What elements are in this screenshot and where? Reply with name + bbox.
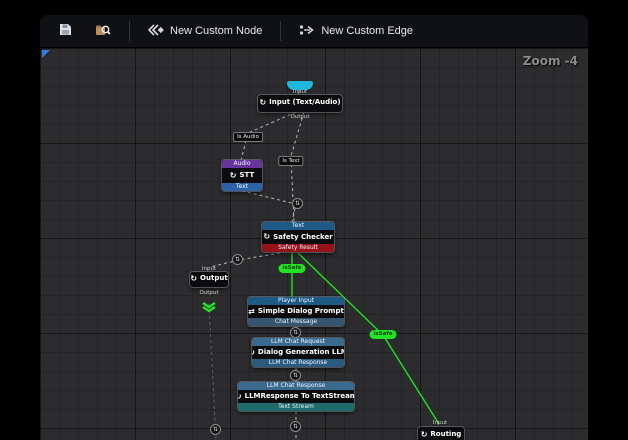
node-simple-dialog-prompt[interactable]: Player Input ⇄ Simple Dialog Prompt Chat… <box>248 297 344 326</box>
blueprint-editor-window: New Custom Node New Custom Edge Zoom -4 <box>0 0 628 440</box>
canvas-corner-marker <box>42 50 50 58</box>
edge-widget-icon[interactable]: ⇅ <box>290 421 301 432</box>
new-custom-edge-button[interactable]: New Custom Edge <box>291 20 421 43</box>
node-title: Routing <box>430 430 462 438</box>
edge-label-is-text: Is Text <box>278 156 304 166</box>
node-title: STT <box>239 171 255 179</box>
browse-icon <box>95 22 111 40</box>
node-llmresponse-to-textstream[interactable]: LLM Chat Response ↻ LLMResponse To TextS… <box>238 382 354 411</box>
node-input-header: Audio <box>222 160 262 168</box>
node-safety-checker[interactable]: Text ↻ Safety Checker Safety Result <box>262 222 334 252</box>
save-icon <box>58 22 73 40</box>
node-title: Simple Dialog Prompt <box>257 307 344 315</box>
graph-canvas[interactable]: Zoom -4 Input ↻ Input (Text/Audio) Outpu… <box>40 48 588 440</box>
edge-label-issafe: isSafe <box>278 264 306 273</box>
pin-label: Input <box>432 420 448 426</box>
edge-widget-icon[interactable]: ⇅ <box>290 327 301 338</box>
save-button[interactable] <box>50 18 81 44</box>
node-type-icon: ↻ <box>190 273 198 283</box>
new-custom-edge-label: New Custom Edge <box>321 25 414 37</box>
node-title: LLMResponse To TextStream <box>244 392 354 400</box>
node-routing[interactable]: ↻ Routing <box>418 427 464 440</box>
toolbar: New Custom Node New Custom Edge <box>40 15 588 48</box>
node-title: Input (Text/Audio) <box>269 98 341 106</box>
new-custom-node-button[interactable]: New Custom Node <box>140 20 270 43</box>
node-type-icon: ↻ <box>238 391 242 401</box>
node-title: Output <box>200 274 228 282</box>
node-input-text-audio[interactable]: ↻ Input (Text/Audio) <box>258 95 342 112</box>
node-output-footer: Text <box>222 183 262 191</box>
node-output-footer: Text Stream <box>238 403 354 411</box>
new-custom-edge-icon <box>299 24 315 39</box>
zoom-level-label: Zoom -4 <box>522 54 578 68</box>
node-dialog-generation-llm[interactable]: LLM Chat Request ↻ Dialog Generation LLM… <box>252 338 344 367</box>
node-stt[interactable]: Audio ↻ STT Text <box>222 160 262 191</box>
edge-widget-icon[interactable]: ⇅ <box>290 370 301 381</box>
node-output-footer: Safety Result <box>262 244 334 252</box>
node-input-header: Text <box>262 222 334 230</box>
node-type-icon: ⇄ <box>248 306 255 316</box>
edge-label-issafe: isSafe <box>369 330 397 339</box>
node-type-icon: ↻ <box>252 348 255 357</box>
pin-label: Output <box>290 114 310 120</box>
node-title: Safety Checker <box>273 233 333 241</box>
edge-label-is-audio: Is Audio <box>233 132 263 142</box>
node-type-icon: ↻ <box>263 232 271 241</box>
new-custom-node-label: New Custom Node <box>170 25 263 37</box>
edge-widget-icon[interactable]: ⇅ <box>210 424 221 435</box>
node-type-icon: ↻ <box>229 170 237 180</box>
node-input-header: LLM Chat Request <box>252 338 344 346</box>
toolbar-separator <box>280 21 282 41</box>
node-input-header: LLM Chat Response <box>238 382 354 390</box>
node-output[interactable]: ↻ Output <box>190 272 228 287</box>
node-type-icon: ↻ <box>420 429 428 439</box>
node-input-header: Player Input <box>248 297 344 305</box>
browse-button[interactable] <box>87 18 119 44</box>
exec-output-pin[interactable] <box>202 297 216 316</box>
new-custom-node-icon <box>147 23 164 39</box>
node-output-footer: LLM Chat Response <box>252 359 344 367</box>
edge-widget-icon[interactable]: ⇅ <box>232 254 243 265</box>
node-title: Dialog Generation LLM <box>257 348 344 356</box>
node-type-icon: ↻ <box>259 97 267 107</box>
node-output-footer: Chat Message <box>248 318 344 326</box>
toolbar-separator <box>129 21 130 41</box>
edge-widget-icon[interactable]: ⇅ <box>292 198 303 209</box>
pin-label: Output <box>199 290 219 296</box>
